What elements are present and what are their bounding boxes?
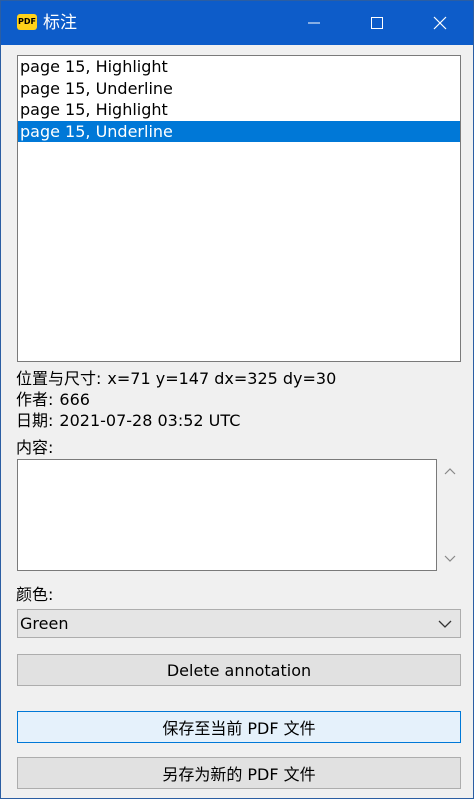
save-to-current-pdf-button[interactable]: 保存至当前 PDF 文件 xyxy=(17,711,461,743)
window-title: 标注 xyxy=(43,13,77,33)
author-row: 作者: 666 xyxy=(16,390,90,410)
list-item-selected[interactable]: page 15, Underline xyxy=(18,120,460,142)
app-logo-icon: PDF xyxy=(17,14,37,30)
save-as-new-pdf-button[interactable]: 另存为新的 PDF 文件 xyxy=(17,757,461,789)
author-label: 作者: xyxy=(16,390,54,409)
chevron-up-icon xyxy=(444,468,456,475)
content-label: 内容: xyxy=(16,438,54,457)
color-label: 颜色: xyxy=(16,585,54,604)
maximize-icon xyxy=(371,17,383,29)
annotation-window: PDF 标注 page 15, Highlight page 15, Under… xyxy=(0,0,474,799)
content-textarea[interactable] xyxy=(17,459,437,571)
close-button[interactable] xyxy=(417,1,463,45)
delete-annotation-button[interactable]: Delete annotation xyxy=(17,654,461,686)
position-value: x=71 y=147 dx=325 dy=30 xyxy=(107,369,337,388)
list-item[interactable]: page 15, Highlight xyxy=(18,56,460,78)
list-item[interactable]: page 15, Highlight xyxy=(18,99,460,121)
annotation-list[interactable]: page 15, Highlight page 15, Underline pa… xyxy=(17,55,461,362)
chevron-down-icon xyxy=(436,615,454,633)
date-row: 日期: 2021-07-28 03:52 UTC xyxy=(16,411,240,431)
color-select-value: Green xyxy=(20,614,69,633)
position-label: 位置与尺寸: xyxy=(16,369,102,388)
color-select[interactable]: Green xyxy=(17,609,461,638)
chevron-down-icon xyxy=(444,555,456,562)
minimize-button[interactable] xyxy=(291,1,337,45)
list-item[interactable]: page 15, Underline xyxy=(18,78,460,100)
date-label: 日期: xyxy=(16,411,54,430)
close-icon xyxy=(433,16,447,30)
maximize-button[interactable] xyxy=(354,1,400,45)
scroll-up-button[interactable] xyxy=(440,461,460,481)
title-bar[interactable]: PDF 标注 xyxy=(1,1,473,45)
scroll-down-button[interactable] xyxy=(440,549,460,569)
position-row: 位置与尺寸: x=71 y=147 dx=325 dy=30 xyxy=(16,369,336,389)
author-value: 666 xyxy=(59,390,90,409)
minimize-icon xyxy=(308,22,320,24)
date-value: 2021-07-28 03:52 UTC xyxy=(59,411,241,430)
